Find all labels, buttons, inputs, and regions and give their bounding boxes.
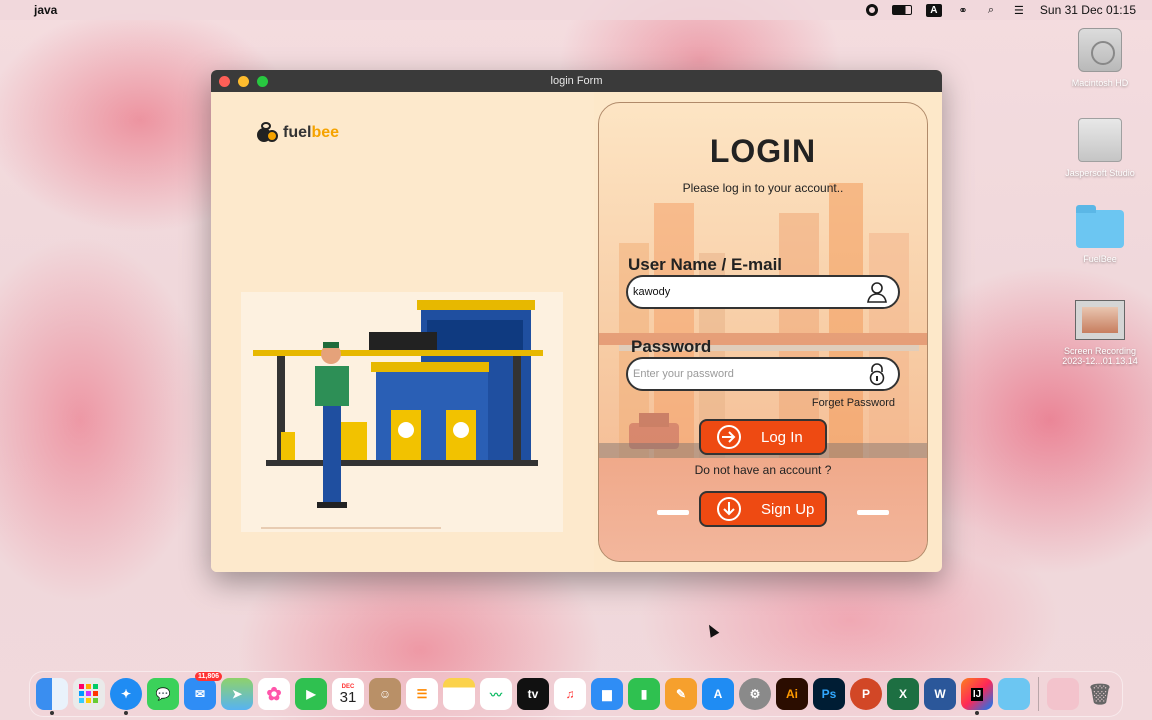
desktop-icon-macintosh-hd[interactable]: Macintosh HD: [1050, 28, 1150, 88]
lock-icon: [864, 361, 890, 387]
keynote-icon[interactable]: ▆: [591, 678, 623, 710]
menu-bar: java A ⚭ ⌕ ☰ Sun 31 Dec 01:15: [0, 0, 1152, 20]
gas-station-illustration: [241, 292, 563, 532]
window-titlebar[interactable]: login Form: [211, 70, 942, 92]
calendar-day: 31: [339, 688, 357, 706]
desktop-icon-fuelbee[interactable]: FuelBee: [1050, 205, 1150, 264]
calendar-icon[interactable]: DEC 31: [332, 678, 364, 710]
messages-icon[interactable]: 💬: [147, 678, 179, 710]
username-label: User Name / E-mail: [628, 255, 783, 274]
user-icon: [864, 279, 890, 305]
desktop-icon-label: Jaspersoft Studio: [1065, 168, 1135, 178]
login-subtitle: Please log in to your account..: [682, 181, 844, 195]
app-menu-name[interactable]: java: [34, 3, 57, 17]
menu-bar-status-area: A ⚭ ⌕ ☰ Sun 31 Dec 01:15: [865, 3, 1152, 17]
input-source-icon[interactable]: A: [925, 3, 942, 17]
launchpad-icon[interactable]: [73, 678, 105, 710]
pages-icon[interactable]: ✎: [665, 678, 697, 710]
trash-icon[interactable]: 🗑: [1084, 678, 1116, 710]
desktop-icon-label: Macintosh HD: [1071, 78, 1129, 88]
password-input[interactable]: [633, 368, 864, 380]
numbers-icon[interactable]: ▮: [628, 678, 660, 710]
forget-password-link[interactable]: Forget Password: [812, 397, 895, 409]
desktop-icon-label: FuelBee: [1083, 254, 1117, 264]
window-title: login Form: [550, 75, 603, 87]
spotlight-search-icon[interactable]: ⌕: [984, 4, 998, 16]
desktop-icon-screen-recording[interactable]: Screen Recording 2023-12...01.13.14: [1050, 300, 1150, 366]
ps-label: Ps: [821, 687, 837, 701]
password-field[interactable]: [626, 357, 900, 391]
battery-icon[interactable]: [891, 5, 912, 15]
branding-panel: fuelbee: [211, 92, 594, 572]
contacts-icon[interactable]: ☺: [369, 678, 401, 710]
logo-text-accent: bee: [311, 124, 340, 141]
powerpoint-icon[interactable]: P: [850, 678, 882, 710]
tv-label: tv: [527, 687, 539, 701]
desktop-icon-label: Screen Recording 2023-12...01.13.14: [1062, 346, 1138, 366]
no-account-text: Do not have an account ?: [694, 463, 832, 477]
drive-icon: [1078, 118, 1122, 162]
fuelbee-logo: fuelbee: [257, 122, 339, 144]
dock-separator: [1038, 677, 1039, 711]
facetime-icon[interactable]: ▶: [295, 678, 327, 710]
dock: ✦ 💬 ✉ 11,806 ➤ ✿ ▶ DEC 31 ☺ ☰ 〰 tv ♫ ▆ ▮…: [29, 671, 1123, 717]
password-label: Password: [631, 337, 712, 356]
word-icon[interactable]: W: [924, 678, 956, 710]
mail-badge: 11,806: [194, 672, 222, 681]
excel-icon[interactable]: X: [887, 678, 919, 710]
signup-button[interactable]: Sign Up: [699, 491, 827, 527]
photoshop-icon[interactable]: Ps: [813, 678, 845, 710]
tv-icon[interactable]: tv: [517, 678, 549, 710]
desktop-icon-jaspersoft-studio[interactable]: Jaspersoft Studio: [1050, 118, 1150, 178]
signup-arrow-icon: [717, 497, 741, 521]
login-title: LOGIN: [709, 133, 817, 169]
notes-icon[interactable]: [443, 678, 475, 710]
downloads-stack-icon[interactable]: [1047, 678, 1079, 710]
login-arrow-icon: [717, 425, 741, 449]
record-status-icon[interactable]: [865, 4, 878, 16]
username-input[interactable]: [633, 286, 864, 298]
photos-icon[interactable]: ✿: [258, 678, 290, 710]
reminders-icon[interactable]: ☰: [406, 678, 438, 710]
city-background-illustration: [599, 183, 927, 463]
music-icon[interactable]: ♫: [554, 678, 586, 710]
safari-icon[interactable]: ✦: [110, 678, 142, 715]
ij-label: IJ: [970, 687, 984, 701]
freeform-icon[interactable]: 〰: [480, 678, 512, 710]
mouse-cursor-icon: [704, 622, 720, 638]
signup-button-label: Sign Up: [761, 500, 815, 518]
login-form-window: login Form fuelbee LOGIN Please log in t…: [211, 70, 942, 572]
system-settings-icon[interactable]: ⚙: [739, 678, 771, 710]
illustrator-icon[interactable]: Ai: [776, 678, 808, 710]
login-panel: LOGIN Please log in to your account.. Us…: [598, 102, 928, 562]
control-center-icon[interactable]: ☰: [1012, 4, 1026, 17]
app-store-icon[interactable]: A: [702, 678, 734, 710]
video-thumbnail-icon: [1075, 300, 1125, 340]
username-field[interactable]: [626, 275, 900, 309]
maps-icon[interactable]: ➤: [221, 678, 253, 710]
link-icon[interactable]: ⚭: [956, 4, 970, 17]
intellij-idea-icon[interactable]: IJ: [961, 678, 993, 715]
mail-icon[interactable]: ✉ 11,806: [184, 672, 222, 710]
login-button[interactable]: Log In: [699, 419, 827, 455]
logo-text-main: fuel: [283, 124, 312, 141]
finder-icon[interactable]: [36, 678, 68, 715]
menu-bar-clock[interactable]: Sun 31 Dec 01:15: [1040, 3, 1136, 17]
folder-dock-icon[interactable]: [998, 678, 1030, 710]
ai-label: Ai: [786, 687, 798, 701]
folder-icon: [1076, 205, 1124, 248]
hard-drive-icon: [1078, 28, 1122, 72]
bee-logo-icon: [257, 122, 279, 144]
login-button-label: Log In: [761, 428, 803, 446]
